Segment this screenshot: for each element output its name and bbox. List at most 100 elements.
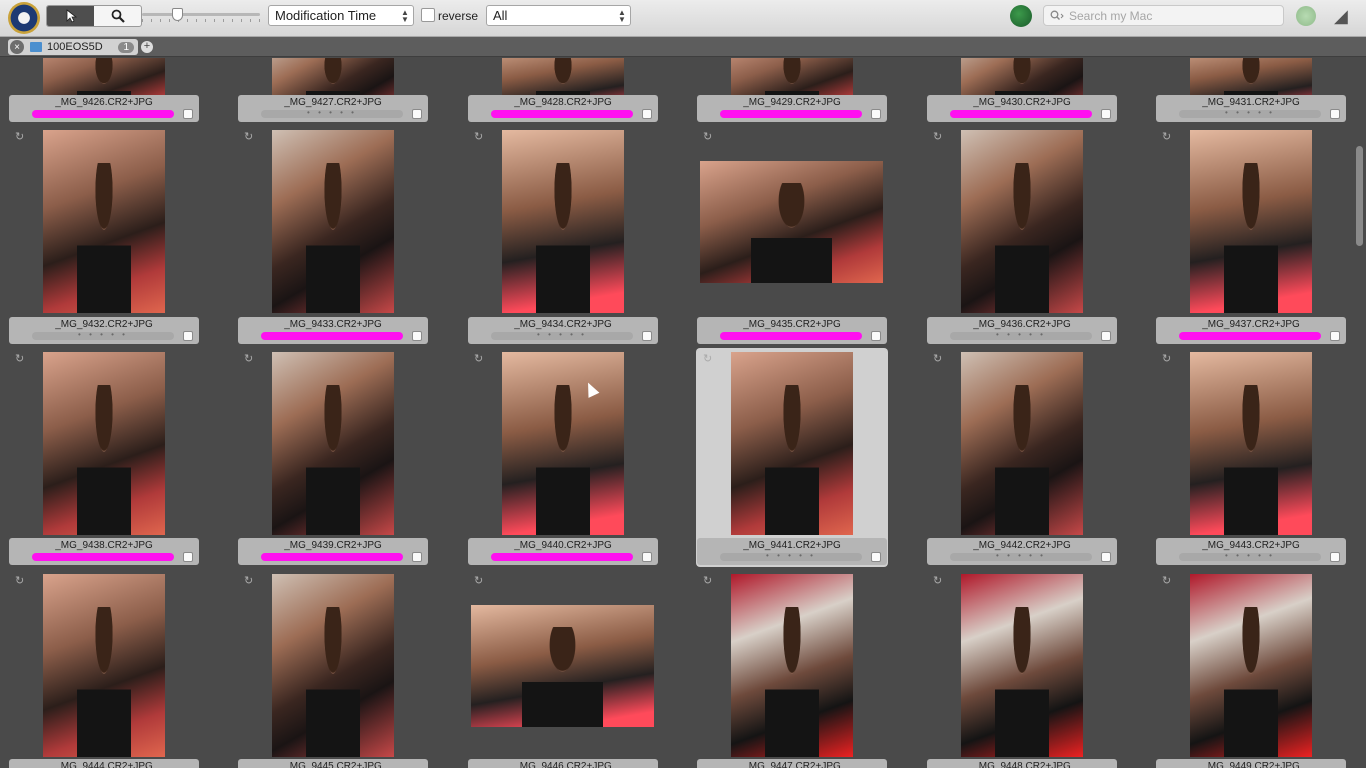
image-thumbnail[interactable] <box>272 130 394 313</box>
color-label-bar[interactable] <box>491 553 633 561</box>
image-thumbnail[interactable] <box>502 352 624 535</box>
select-checkbox[interactable] <box>642 109 652 119</box>
rating-stars[interactable]: • • • • • <box>491 331 633 340</box>
reverse-checkbox[interactable] <box>421 8 435 22</box>
rotate-icon[interactable]: ↻ <box>933 132 947 143</box>
image-thumbnail[interactable] <box>1190 574 1312 757</box>
thumbnail-caption: _MG_9438.CR2+JPG <box>9 538 199 565</box>
color-label-bar[interactable] <box>261 553 403 561</box>
filter-select[interactable]: All ▲ ▼ <box>486 5 631 26</box>
select-checkbox[interactable] <box>412 552 422 562</box>
color-label-bar[interactable] <box>1179 332 1321 340</box>
select-checkbox[interactable] <box>412 331 422 341</box>
select-checkbox[interactable] <box>871 552 881 562</box>
image-thumbnail[interactable] <box>731 574 853 757</box>
image-thumbnail[interactable] <box>43 130 165 313</box>
rotate-icon[interactable]: ↻ <box>474 354 488 365</box>
color-label-bar[interactable] <box>491 110 633 118</box>
image-thumbnail[interactable] <box>731 352 853 535</box>
vertical-scrollbar[interactable] <box>1352 58 1366 768</box>
image-thumbnail[interactable] <box>43 352 165 535</box>
rotate-icon[interactable]: ↻ <box>15 354 29 365</box>
sidebar-toggle-icon[interactable]: ◢ <box>1334 5 1356 27</box>
file-name: _MG_9446.CR2+JPG <box>514 761 612 768</box>
image-thumbnail[interactable] <box>272 574 394 757</box>
select-checkbox[interactable] <box>1330 331 1340 341</box>
image-thumbnail[interactable] <box>471 605 654 727</box>
select-checkbox[interactable] <box>183 552 193 562</box>
image-thumbnail[interactable] <box>961 352 1083 535</box>
file-name: _MG_9438.CR2+JPG <box>55 540 153 551</box>
add-tab-icon[interactable]: + <box>141 41 153 53</box>
search-field[interactable]: Search my Mac <box>1043 5 1284 26</box>
file-name: _MG_9442.CR2+JPG <box>973 540 1071 551</box>
slider-knob[interactable] <box>172 8 183 21</box>
select-checkbox[interactable] <box>412 109 422 119</box>
thumbnail-caption: _MG_9428.CR2+JPG <box>468 95 658 122</box>
rating-stars[interactable]: • • • • • <box>32 331 174 340</box>
thumbnail-caption: _MG_9430.CR2+JPG <box>927 95 1117 122</box>
select-checkbox[interactable] <box>1330 552 1340 562</box>
rotate-icon[interactable]: ↻ <box>933 354 947 365</box>
close-tab-icon[interactable]: × <box>10 40 24 54</box>
image-thumbnail[interactable] <box>700 161 883 283</box>
rotate-icon[interactable]: ↻ <box>703 132 717 143</box>
select-checkbox[interactable] <box>642 552 652 562</box>
rotate-icon[interactable]: ↻ <box>474 576 488 587</box>
rotate-icon[interactable]: ↻ <box>15 132 29 143</box>
folder-tab[interactable]: × 100EOS5D 1 <box>8 39 138 55</box>
rotate-icon[interactable]: ↻ <box>933 576 947 587</box>
select-checkbox[interactable] <box>1330 109 1340 119</box>
select-checkbox[interactable] <box>1101 109 1111 119</box>
rotate-icon[interactable]: ↻ <box>244 576 258 587</box>
rotate-icon[interactable]: ↻ <box>244 354 258 365</box>
image-thumbnail[interactable] <box>961 574 1083 757</box>
image-thumbnail[interactable] <box>502 130 624 313</box>
select-checkbox[interactable] <box>1101 331 1111 341</box>
rating-stars[interactable]: • • • • • <box>720 552 862 561</box>
tool-segment <box>46 5 142 27</box>
rating-stars[interactable]: • • • • • <box>261 109 403 118</box>
select-checkbox[interactable] <box>871 331 881 341</box>
thumbnail-size-slider[interactable] <box>142 8 260 24</box>
rotate-icon[interactable]: ↻ <box>1162 354 1176 365</box>
rotate-icon[interactable]: ↻ <box>1162 576 1176 587</box>
select-checkbox[interactable] <box>871 109 881 119</box>
scrollbar-thumb[interactable] <box>1356 146 1363 246</box>
select-checkbox[interactable] <box>183 331 193 341</box>
search-placeholder: Search my Mac <box>1069 8 1153 23</box>
zoom-tool-button[interactable] <box>94 6 141 26</box>
rotate-icon[interactable]: ↻ <box>15 576 29 587</box>
rotate-icon[interactable]: ↻ <box>703 576 717 587</box>
image-thumbnail[interactable] <box>961 130 1083 313</box>
rotate-icon[interactable]: ↻ <box>244 132 258 143</box>
photo-subject <box>77 384 131 535</box>
rotate-icon[interactable]: ↻ <box>703 354 717 365</box>
file-name: _MG_9447.CR2+JPG <box>743 761 841 768</box>
color-label-bar[interactable] <box>32 110 174 118</box>
image-thumbnail[interactable] <box>272 352 394 535</box>
status-dot-icon[interactable] <box>1296 6 1316 26</box>
color-label-bar[interactable] <box>720 110 862 118</box>
rotate-icon[interactable]: ↻ <box>474 132 488 143</box>
pointer-tool-button[interactable] <box>47 6 94 26</box>
rotate-icon[interactable]: ↻ <box>1162 132 1176 143</box>
select-checkbox[interactable] <box>1101 552 1111 562</box>
app-logo-icon[interactable] <box>8 2 40 34</box>
rating-stars[interactable]: • • • • • <box>950 331 1092 340</box>
rating-stars[interactable]: • • • • • <box>1179 109 1321 118</box>
color-label-bar[interactable] <box>261 332 403 340</box>
select-checkbox[interactable] <box>642 331 652 341</box>
sort-select[interactable]: Modification Time ▲ ▼ <box>268 5 414 26</box>
rating-stars[interactable]: • • • • • <box>1179 552 1321 561</box>
rating-stars[interactable]: • • • • • <box>950 552 1092 561</box>
image-thumbnail[interactable] <box>43 574 165 757</box>
file-name: _MG_9426.CR2+JPG <box>55 97 153 108</box>
color-label-bar[interactable] <box>950 110 1092 118</box>
image-thumbnail[interactable] <box>1190 352 1312 535</box>
select-checkbox[interactable] <box>183 109 193 119</box>
globe-icon[interactable] <box>1010 5 1032 27</box>
image-thumbnail[interactable] <box>1190 130 1312 313</box>
color-label-bar[interactable] <box>32 553 174 561</box>
color-label-bar[interactable] <box>720 332 862 340</box>
